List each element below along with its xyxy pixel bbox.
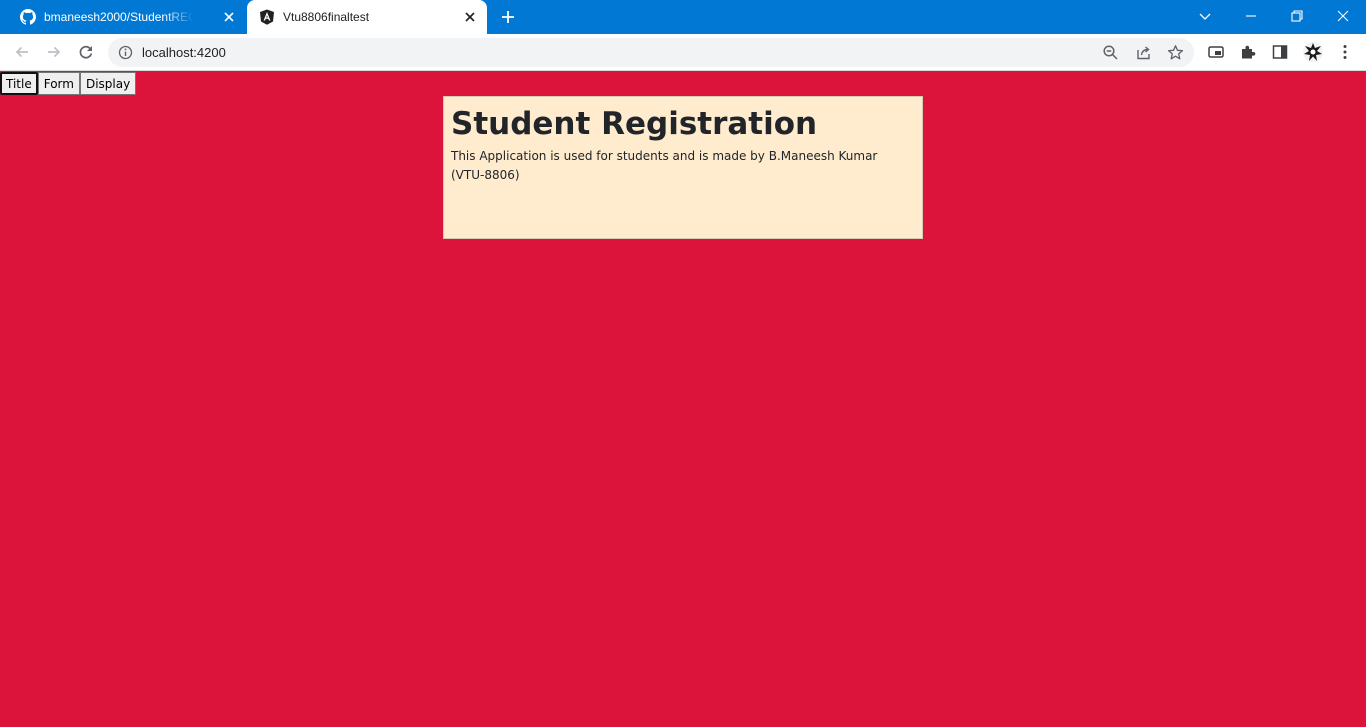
- back-icon[interactable]: [13, 43, 31, 61]
- site-info-icon[interactable]: [118, 45, 133, 60]
- restore-icon[interactable]: [1288, 7, 1306, 25]
- close-icon[interactable]: [222, 10, 236, 24]
- github-icon: [20, 9, 36, 25]
- browser-toolbar: localhost:4200: [0, 34, 1366, 71]
- url-text: localhost:4200: [142, 45, 226, 60]
- app-description: This Application is used for students an…: [451, 149, 878, 182]
- display-button[interactable]: Display: [79, 72, 137, 95]
- tab-github[interactable]: bmaneesh2000/StudentREGSystem: [8, 0, 246, 34]
- forward-icon[interactable]: [45, 43, 63, 61]
- side-panel-icon[interactable]: [1271, 43, 1289, 61]
- close-icon[interactable]: [463, 10, 477, 24]
- close-window-icon[interactable]: [1334, 7, 1352, 25]
- title-card: Student Registration This Application is…: [443, 96, 923, 239]
- minimize-icon[interactable]: [1242, 7, 1260, 25]
- address-bar[interactable]: localhost:4200: [108, 38, 1194, 67]
- tab-title: bmaneesh2000/StudentREGSystem: [44, 10, 194, 24]
- page-nav: Title Form Display: [0, 72, 137, 95]
- tab-title: Vtu8806finaltest: [283, 10, 370, 24]
- angular-icon: [260, 9, 274, 25]
- extensions-icon[interactable]: [1239, 43, 1257, 61]
- tab-search-icon[interactable]: [1196, 7, 1214, 25]
- share-icon[interactable]: [1135, 44, 1152, 61]
- reload-icon[interactable]: [77, 43, 95, 61]
- new-tab-icon[interactable]: [500, 9, 516, 25]
- media-pip-icon[interactable]: [1207, 43, 1225, 61]
- form-button[interactable]: Form: [37, 72, 80, 95]
- tab-vtu8806finaltest[interactable]: Vtu8806finaltest: [247, 0, 487, 34]
- zoom-icon[interactable]: [1102, 44, 1119, 61]
- more-menu-icon[interactable]: [1336, 43, 1354, 61]
- browser-title-bar: bmaneesh2000/StudentREGSystem Vtu8806fin…: [0, 0, 1366, 34]
- title-button[interactable]: Title: [0, 72, 38, 95]
- bookmark-star-icon[interactable]: [1167, 44, 1184, 61]
- page-title: Student Registration: [451, 106, 818, 142]
- profile-avatar-icon[interactable]: [1302, 41, 1324, 63]
